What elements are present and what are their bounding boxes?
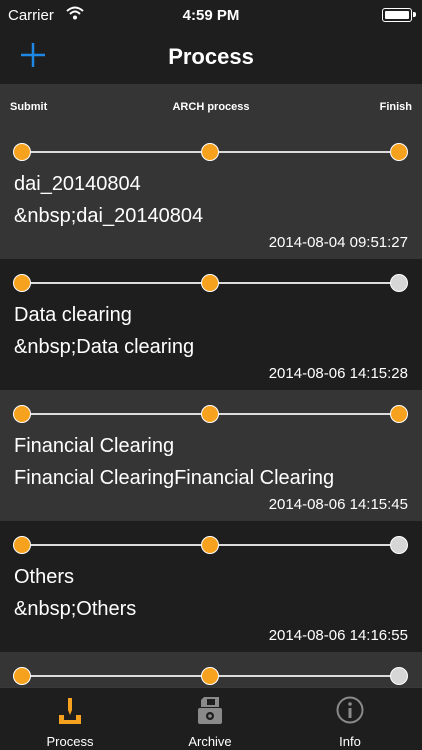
item-date: 2014-08-06 14:15:28 [268, 365, 408, 382]
item-name: Data clearing [14, 304, 132, 326]
list-item[interactable]: dai_20140804 &nbsp;dai_20140804 2014-08-… [0, 128, 422, 259]
list-item[interactable] [0, 652, 422, 687]
tab-process[interactable]: Process [20, 688, 120, 750]
clock: 4:59 PM [182, 7, 240, 24]
item-date: 2014-08-06 14:15:45 [268, 496, 408, 513]
status-bar: Carrier 4:59 PM [0, 0, 422, 30]
tab-process-label: Process [46, 734, 94, 749]
navigation-bar: Process [0, 30, 422, 84]
progress-dot-submit [13, 536, 31, 554]
progress-dot-arch [201, 667, 219, 685]
tab-info[interactable]: Info [300, 688, 400, 750]
progress-dot-arch [201, 405, 219, 423]
tab-archive-label: Archive [188, 734, 232, 749]
item-description: Financial ClearingFinancial Clearing [14, 467, 335, 489]
progress-dot-arch [201, 274, 219, 292]
archive-icon [198, 697, 222, 724]
page-title: Process [168, 44, 254, 69]
progress-dot-finish [390, 536, 408, 554]
process-list[interactable]: dai_20140804 &nbsp;dai_20140804 2014-08-… [0, 128, 422, 687]
item-name: dai_20140804 [14, 173, 141, 195]
item-name: Others [14, 566, 75, 588]
progress-dot-submit [13, 143, 31, 161]
progress-dot-submit [13, 274, 31, 292]
list-item[interactable]: Others &nbsp;Others 2014-08-06 14:16:55 [0, 521, 422, 652]
stage-finish-label: Finish [379, 101, 412, 113]
list-item[interactable]: Data clearing &nbsp;Data clearing 2014-0… [0, 259, 422, 390]
progress-dot-arch [201, 536, 219, 554]
item-date: 2014-08-04 09:51:27 [268, 234, 408, 251]
progress-dot-submit [13, 667, 31, 685]
list-item[interactable]: Financial Clearing Financial ClearingFin… [0, 390, 422, 521]
progress-dot-finish [390, 405, 408, 423]
stage-header: Submit ARCH process Finish [0, 84, 422, 128]
progress-dot-arch [201, 143, 219, 161]
process-icon [59, 698, 81, 724]
item-description: &nbsp;Data clearing [14, 336, 195, 358]
tab-archive[interactable]: Archive [160, 688, 260, 750]
progress-dot-finish [390, 667, 408, 685]
progress-dot-submit [13, 405, 31, 423]
info-icon [336, 696, 364, 724]
progress-dot-finish [390, 143, 408, 161]
item-name: Financial Clearing [14, 435, 175, 457]
item-description: &nbsp;Others [14, 598, 137, 620]
item-date: 2014-08-06 14:16:55 [268, 627, 408, 644]
tab-info-label: Info [339, 734, 361, 749]
item-description: &nbsp;dai_20140804 [14, 205, 204, 227]
progress-dot-finish [390, 274, 408, 292]
stage-arch-label: ARCH process [172, 101, 250, 113]
tab-bar: Process Archive Info [0, 687, 422, 750]
battery-icon [382, 8, 416, 22]
